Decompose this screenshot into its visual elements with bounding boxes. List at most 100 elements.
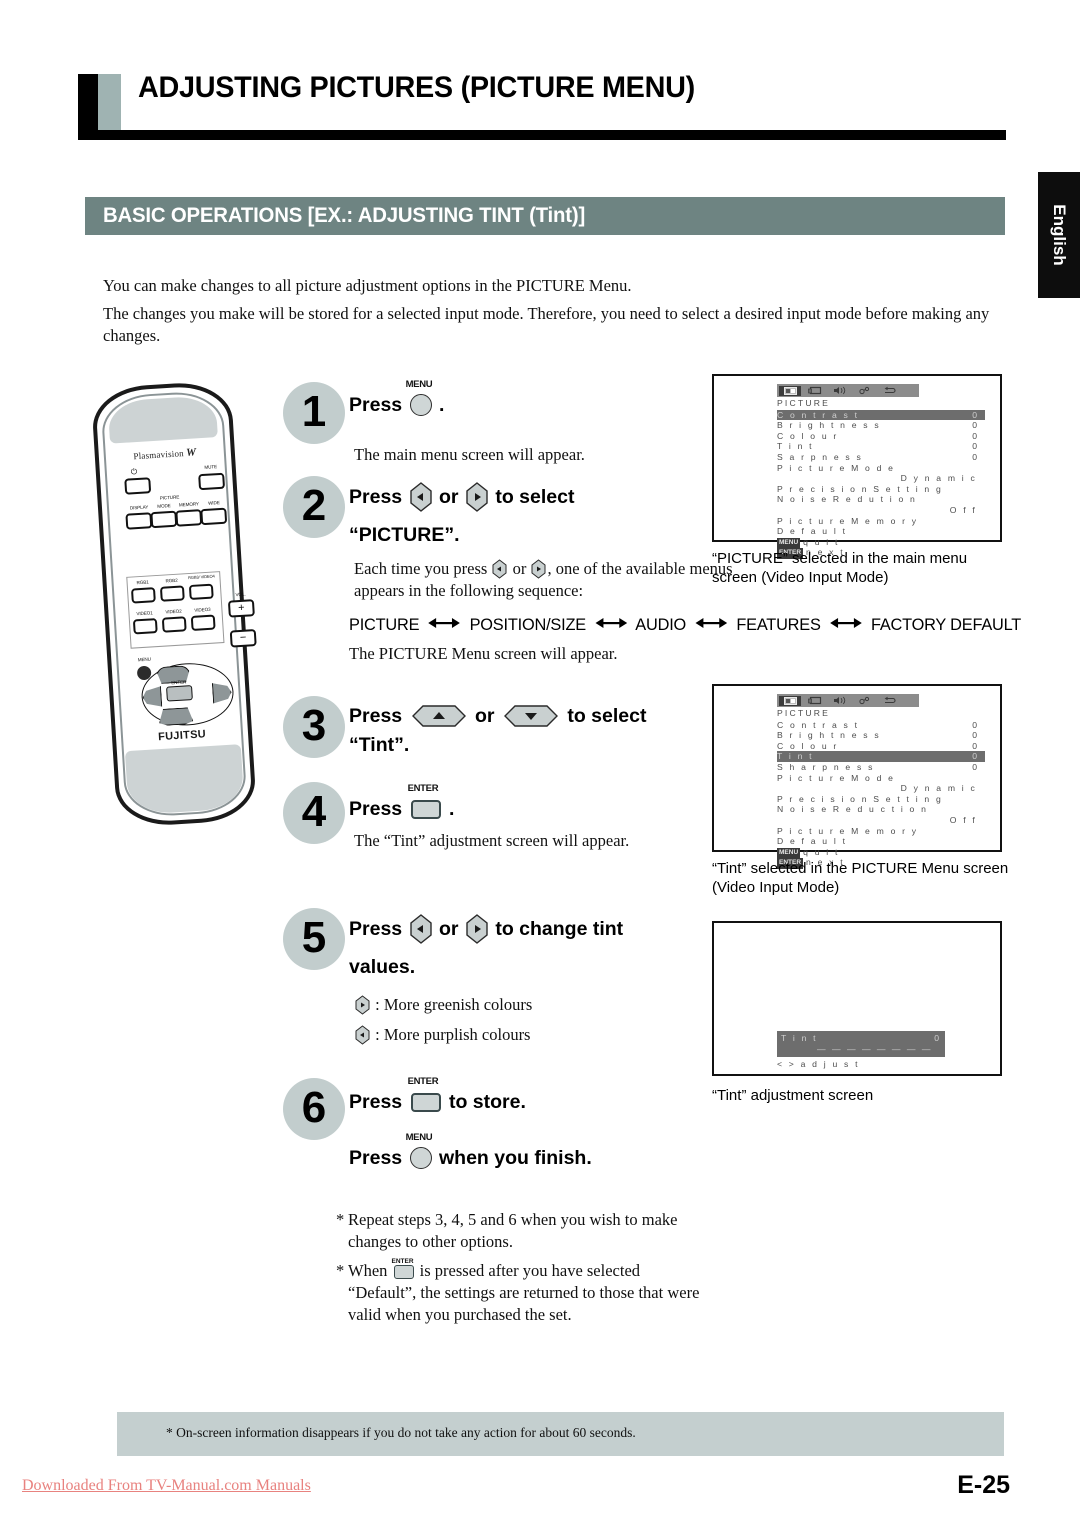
osd-row-contrast[interactable]: C o n t r a s t 0 — [777, 720, 985, 731]
step-3-press-label: Press — [349, 705, 403, 727]
menu-key-icon[interactable] — [409, 1147, 432, 1169]
picture-icon[interactable] — [779, 385, 801, 396]
remote-body: Plasmavision W ⏻ MUTE PICTURE DISPLAY MO… — [90, 380, 258, 828]
osd-row-picture-memory[interactable]: P i c t u r e M e m o r y — [777, 516, 985, 527]
osd-row-quit[interactable]: MENU q u i t — [777, 537, 985, 549]
left-arrow-key-icon[interactable] — [409, 482, 432, 512]
remote-display-button[interactable] — [125, 512, 153, 530]
osd-row-picture-mode[interactable]: P i c t u r e M o d e — [777, 463, 985, 474]
osd-row-quit[interactable]: MENU q u i t — [777, 846, 985, 859]
title-accent-block — [98, 74, 121, 130]
sequence-arrow-icon — [428, 615, 461, 634]
osd-row-value: 0 — [972, 451, 977, 462]
osd-1-title: PICTURE — [777, 398, 831, 408]
osd-quit-label: q u i t — [803, 846, 840, 857]
osd-row-tint[interactable]: T i n t 0 — [777, 751, 985, 762]
remote-video2-button[interactable] — [161, 616, 187, 633]
remote-mute-button[interactable] — [198, 472, 226, 491]
remote-volume-down-button[interactable]: − — [229, 629, 257, 648]
right-arrow-key-icon[interactable] — [466, 482, 488, 512]
step-3-number: 3 — [301, 701, 327, 750]
remote-video1-button[interactable] — [132, 618, 158, 635]
picture-icon[interactable] — [779, 695, 801, 706]
osd-row-brightness[interactable]: B r i g h t n e s s 0 — [777, 420, 985, 431]
osd-row-brightness[interactable]: B r i g h t n e s s 0 — [777, 730, 985, 741]
features-icon[interactable] — [854, 386, 876, 396]
osd-3-caption: “Tint” adjustment screen — [712, 1087, 874, 1104]
osd-row-picture-memory[interactable]: P i c t u r e M e m o r y — [777, 826, 985, 837]
tint-adjustment-hint: < > a d j u s t — [777, 1059, 860, 1069]
right-arrow-key-icon-small[interactable] — [355, 995, 370, 1015]
left-arrow-key-icon-small[interactable] — [492, 559, 507, 579]
osd-row-noise-reduction[interactable]: N o i s e R e d u t i o n — [777, 494, 985, 505]
osd-row-sharpness[interactable]: S h a r p n e s s 0 — [777, 762, 985, 773]
enter-key-icon[interactable] — [410, 800, 441, 819]
menu-key-caption: MENU — [405, 1132, 433, 1143]
features-icon[interactable] — [854, 696, 876, 706]
osd-row-colour[interactable]: C o l o u r 0 — [777, 431, 985, 442]
left-arrow-key-icon[interactable] — [409, 914, 432, 944]
page-number: E-25 — [957, 1471, 1010, 1499]
left-arrow-key-icon-small[interactable] — [355, 1025, 370, 1045]
osd-row-precision-setting[interactable]: P r e c i s i o n S e t t i n g — [777, 794, 985, 805]
remote-mode-button[interactable] — [150, 510, 178, 529]
right-arrow-key-icon[interactable] — [466, 914, 488, 944]
osd-row-label: C o n t r a s t — [777, 409, 860, 420]
tint-adjustment-bar[interactable]: T i n t 0 — — — — — — — — — [777, 1031, 945, 1057]
audio-icon[interactable] — [829, 696, 851, 706]
tint-adjustment-label: T i n t — [781, 1033, 818, 1043]
remote-control-illustration: Plasmavision W ⏻ MUTE PICTURE DISPLAY MO… — [88, 380, 266, 830]
remote-rgb1-button[interactable] — [130, 587, 156, 604]
down-arrow-key-icon[interactable] — [503, 704, 559, 728]
factory-default-icon[interactable] — [879, 696, 901, 706]
remote-rgb2-button[interactable] — [159, 585, 185, 602]
footnote-1-text: Repeat steps 3, 4, 5 and 6 when you wish… — [348, 1210, 678, 1251]
osd-row-noise-reduction[interactable]: N o i s e R e d u c t i o n — [777, 804, 985, 815]
menu-sequence-item-factory-default: FACTORY DEFAULT — [870, 616, 1022, 634]
osd-row-sharpness[interactable]: S a r p n e s s 0 — [777, 452, 985, 463]
osd-row-contrast[interactable]: C o n t r a s t 0 — [777, 409, 985, 421]
factory-default-icon[interactable] — [879, 386, 901, 396]
position-size-icon[interactable] — [804, 696, 826, 706]
step-5-hint-purplish: : More purplish colours — [354, 1024, 744, 1046]
osd-row-value: 0 — [972, 751, 977, 762]
step-2-note-pre: Each time you press — [354, 559, 488, 578]
download-source-link[interactable]: Downloaded From TV-Manual.com Manuals — [22, 1477, 311, 1495]
footnote-star: * — [336, 1261, 345, 1280]
right-arrow-key-icon-small[interactable] — [531, 559, 546, 579]
title-rule-bottom — [78, 130, 1006, 140]
footnote-1: * Repeat steps 3, 4, 5 and 6 when you wi… — [336, 1209, 708, 1253]
osd-row-precision-setting[interactable]: P r e c i s i o n S e t t i n g — [777, 484, 985, 495]
audio-icon[interactable] — [829, 386, 851, 396]
remote-video3-button[interactable] — [190, 614, 216, 631]
step-2-heading: Press or to select — [349, 482, 574, 512]
menu-key-icon[interactable] — [409, 394, 432, 416]
osd-row-tint[interactable]: T i n t 0 — [777, 441, 985, 452]
remote-memory-button[interactable] — [175, 509, 203, 527]
remote-wide-button[interactable] — [200, 507, 228, 526]
osd-row-picture-mode[interactable]: P i c t u r e M o d e — [777, 773, 985, 784]
osd-row-default[interactable]: D e f a u l t — [777, 836, 985, 847]
osd-row-label: T i n t — [777, 441, 814, 452]
section-title: BASIC OPERATIONS [EX.: ADJUSTING TINT (T… — [103, 204, 586, 227]
osd-row-default[interactable]: D e f a u l t — [777, 526, 985, 537]
menu-sequence-line: PICTURE POSITION/SIZE AUDIO FEATURES FAC… — [349, 615, 1021, 635]
enter-key-icon[interactable] — [410, 1093, 441, 1112]
step-6-heading: Press ENTER to store. — [349, 1076, 526, 1114]
osd-row-label: P r e c i s i o n S e t t i n g — [777, 483, 943, 494]
menu-sequence-item-picture: PICTURE — [349, 616, 420, 634]
osd-row-colour[interactable]: C o l o u r 0 — [777, 741, 985, 752]
enter-key-caption: ENTER — [407, 783, 439, 794]
remote-power-button[interactable] — [124, 477, 152, 495]
remote-volume-up-button[interactable]: + — [227, 599, 255, 618]
position-size-icon[interactable] — [804, 386, 826, 396]
remote-enter-button[interactable] — [166, 685, 193, 702]
osd-picture-mode-value: D y n a m i c — [900, 473, 977, 484]
osd-1-content: PICTURE C o n t r a s t 0 B r i g h t n … — [777, 384, 997, 559]
footnote-star: * — [336, 1210, 345, 1229]
osd-row-value: 0 — [972, 420, 977, 431]
up-arrow-key-icon[interactable] — [411, 704, 467, 728]
remote-rgb3-video4-button[interactable] — [188, 583, 214, 601]
page-title: ADJUSTING PICTURES (PICTURE MENU) — [138, 71, 695, 104]
tint-adjustment-value: 0 — [934, 1033, 939, 1043]
